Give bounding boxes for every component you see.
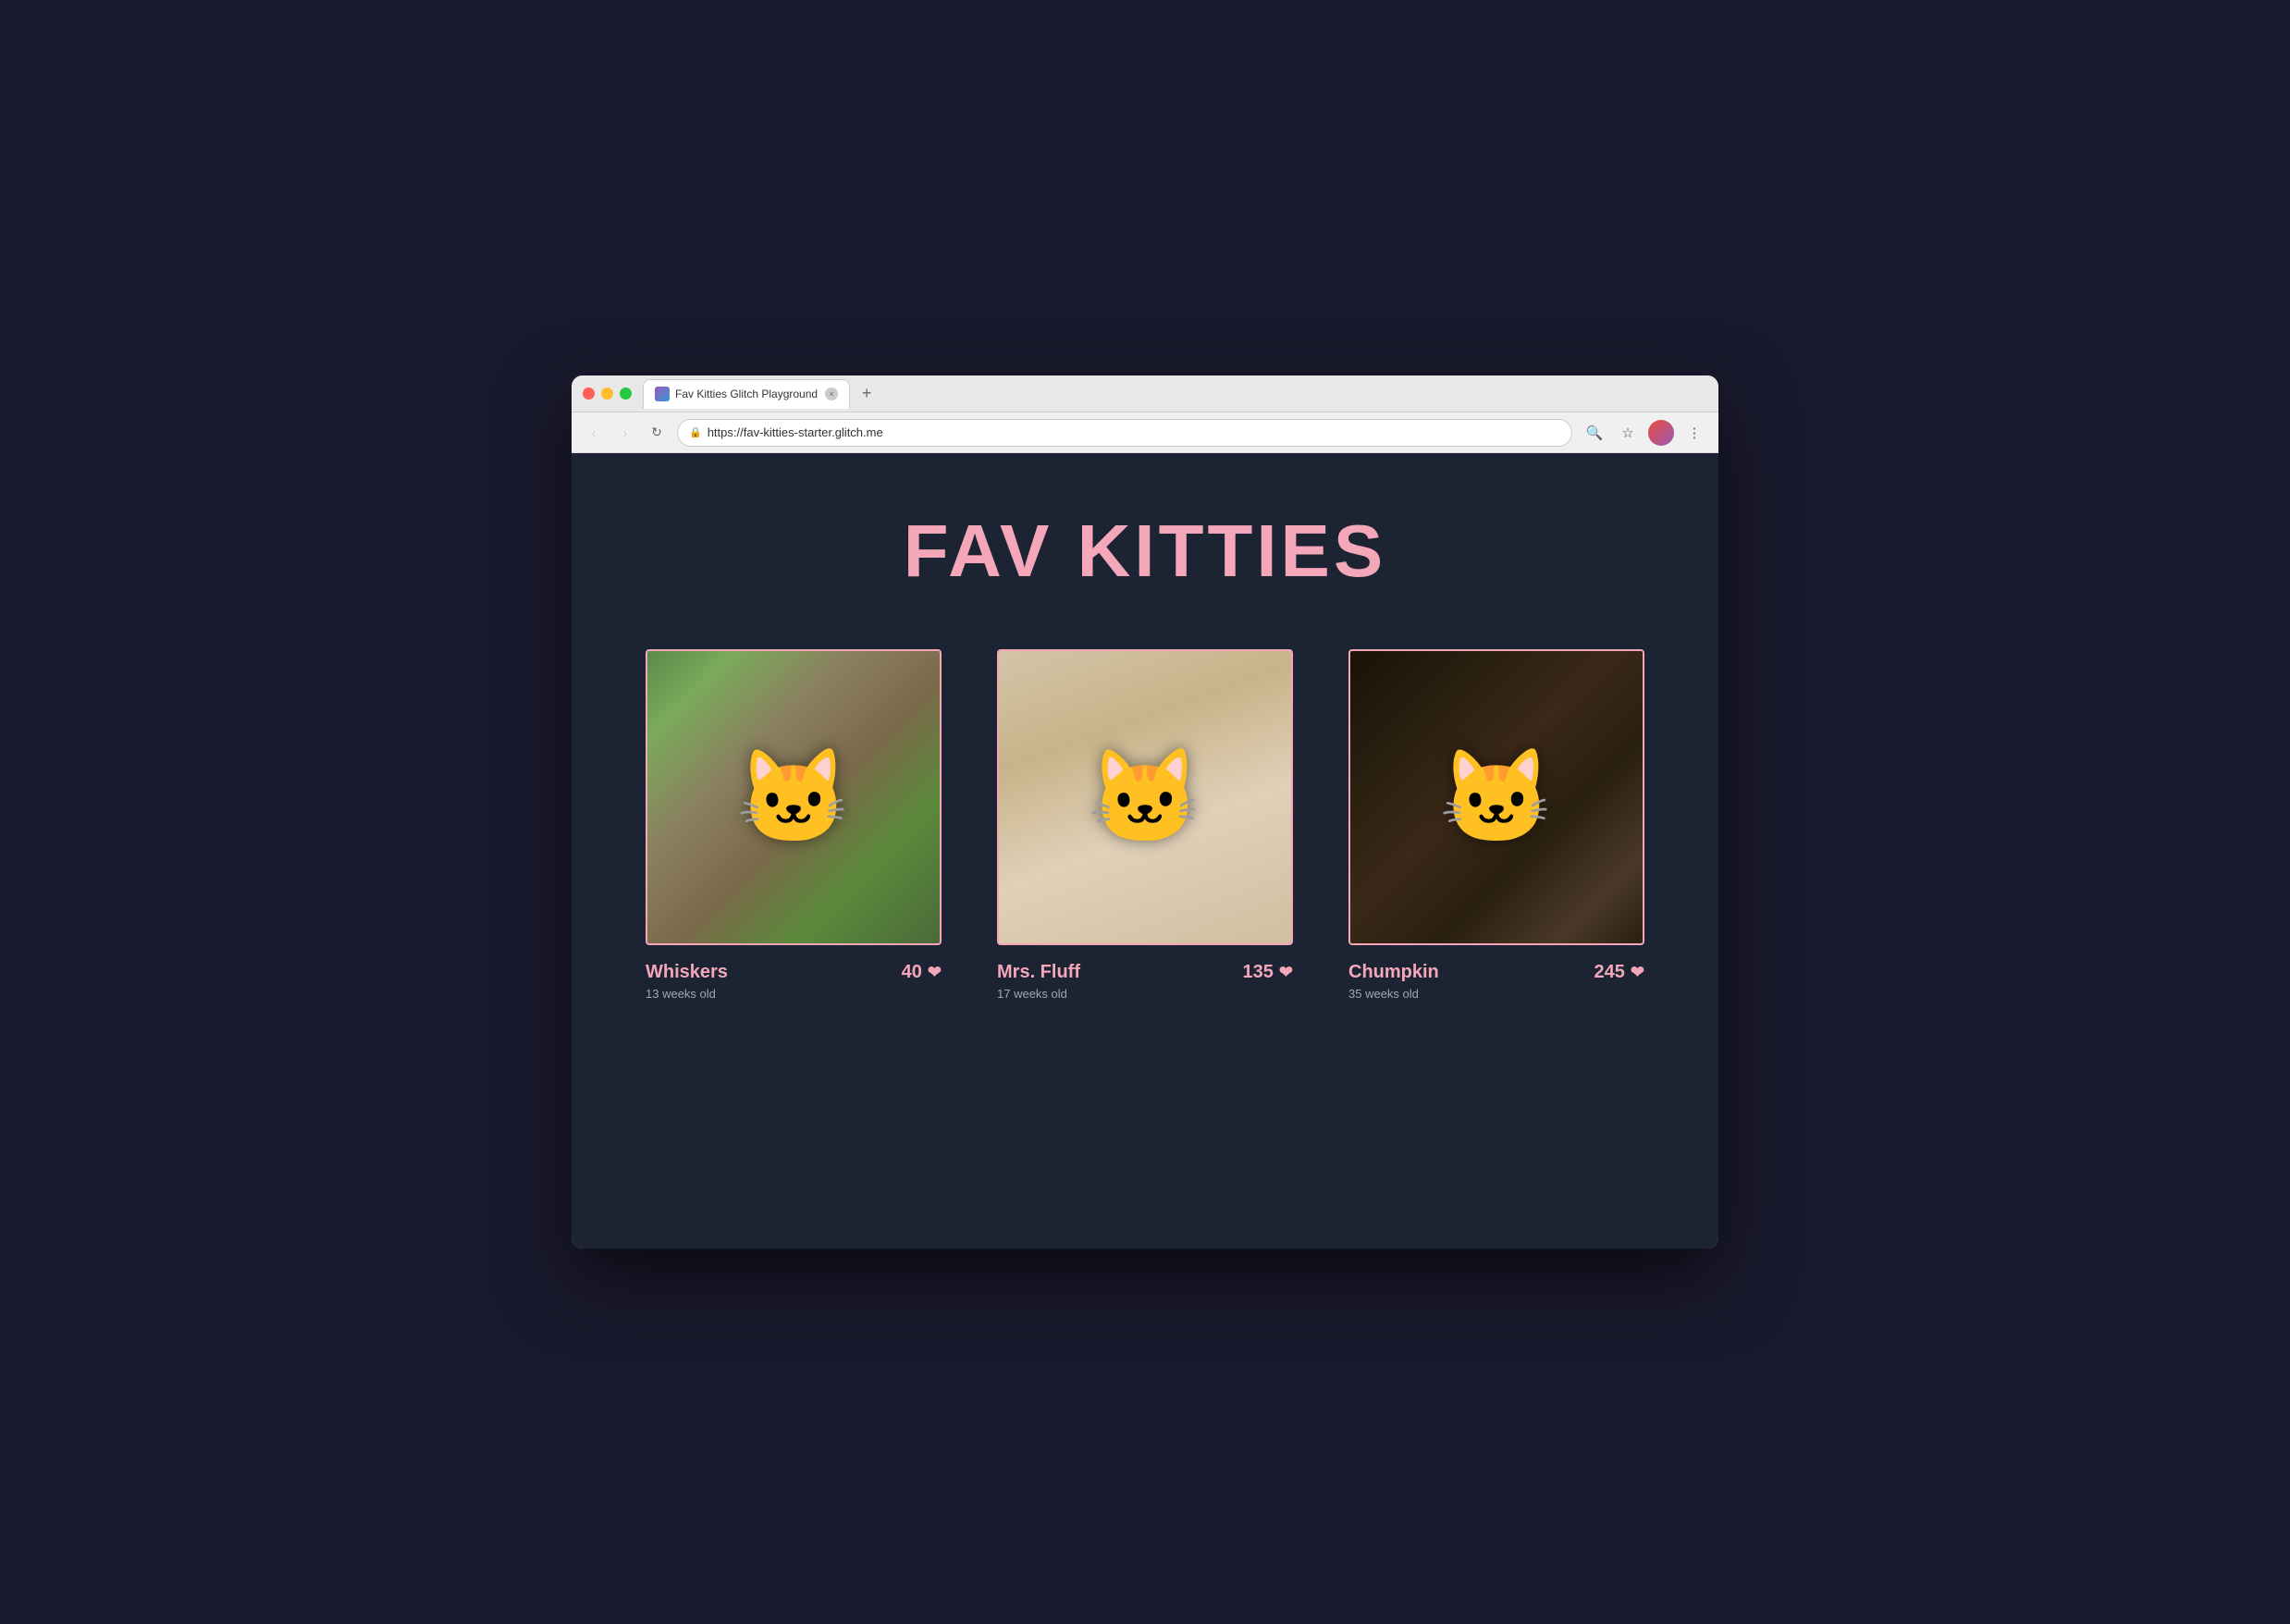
kitty-image-container-whiskers: 🐱 [646,649,942,945]
kitty-name-whiskers: Whiskers [646,962,728,983]
vote-count-chumpkin: 245 [1594,962,1625,983]
heart-icon-chumpkin: ❤ [1631,963,1644,982]
kitty-name-age-mrs-fluff: Mrs. Fluff 17 weeks old [997,962,1080,1001]
maximize-button[interactable] [620,388,632,400]
refresh-button[interactable]: ↻ [646,422,668,444]
tab-close-button[interactable]: × [825,388,838,400]
tab-bar: Fav Kitties Glitch Playground × + [643,379,1707,409]
url-bar[interactable]: 🔒 https://fav-kitties-starter.glitch.me [677,419,1572,447]
traffic-lights [583,388,632,400]
minimize-button[interactable] [601,388,613,400]
kitties-grid: 🐱 Whiskers 13 weeks old 40 ❤ 🐱 Mrs. Fluf… [636,649,1654,1001]
vote-count-mrs-fluff: 135 [1243,962,1274,983]
kitty-emoji-chumpkin: 🐱 [1439,744,1555,852]
kitty-emoji-whiskers: 🐱 [736,744,852,852]
browser-window: Fav Kitties Glitch Playground × + ‹ › ↻ … [572,375,1718,1249]
search-icon[interactable]: 🔍 [1582,420,1607,446]
browser-actions: 🔍 ☆ ⋮ [1582,420,1707,446]
address-bar: ‹ › ↻ 🔒 https://fav-kitties-starter.glit… [572,412,1718,453]
tab-favicon [655,387,670,401]
url-text: https://fav-kitties-starter.glitch.me [708,425,883,439]
bookmark-icon[interactable]: ☆ [1615,420,1641,446]
kitty-card-mrs-fluff[interactable]: 🐱 Mrs. Fluff 17 weeks old 135 ❤ [997,649,1293,1001]
active-tab[interactable]: Fav Kitties Glitch Playground × [643,379,850,409]
heart-icon-whiskers: ❤ [928,963,942,982]
user-avatar[interactable] [1648,420,1674,446]
kitty-info-mrs-fluff: Mrs. Fluff 17 weeks old 135 ❤ [997,962,1293,1001]
tab-title: Fav Kitties Glitch Playground [675,388,818,400]
kitty-name-chumpkin: Chumpkin [1348,962,1439,983]
page-title: FAV KITTIES [904,509,1387,594]
kitty-age-mrs-fluff: 17 weeks old [997,987,1080,1001]
kitty-card-whiskers[interactable]: 🐱 Whiskers 13 weeks old 40 ❤ [646,649,942,1001]
close-button[interactable] [583,388,595,400]
kitty-emoji-mrs-fluff: 🐱 [1088,744,1203,852]
kitty-age-chumpkin: 35 weeks old [1348,987,1439,1001]
kitty-votes-mrs-fluff[interactable]: 135 ❤ [1243,962,1293,983]
lock-icon: 🔒 [689,426,702,438]
forward-button[interactable]: › [614,422,636,444]
kitty-votes-chumpkin[interactable]: 245 ❤ [1594,962,1644,983]
kitty-info-whiskers: Whiskers 13 weeks old 40 ❤ [646,962,942,1001]
heart-icon-mrs-fluff: ❤ [1279,963,1293,982]
title-bar: Fav Kitties Glitch Playground × + [572,375,1718,412]
kitty-image-container-mrs-fluff: 🐱 [997,649,1293,945]
back-button[interactable]: ‹ [583,422,605,444]
kitty-votes-whiskers[interactable]: 40 ❤ [902,962,942,983]
new-tab-button[interactable]: + [854,381,880,407]
kitty-name-age-chumpkin: Chumpkin 35 weeks old [1348,962,1439,1001]
kitty-name-age-whiskers: Whiskers 13 weeks old [646,962,728,1001]
kitty-image-container-chumpkin: 🐱 [1348,649,1644,945]
kitty-age-whiskers: 13 weeks old [646,987,728,1001]
page-content: FAV KITTIES 🐱 Whiskers 13 weeks old 40 ❤… [572,453,1718,1249]
kitty-name-mrs-fluff: Mrs. Fluff [997,962,1080,983]
kitty-card-chumpkin[interactable]: 🐱 Chumpkin 35 weeks old 245 ❤ [1348,649,1644,1001]
vote-count-whiskers: 40 [902,962,922,983]
menu-icon[interactable]: ⋮ [1681,420,1707,446]
kitty-info-chumpkin: Chumpkin 35 weeks old 245 ❤ [1348,962,1644,1001]
